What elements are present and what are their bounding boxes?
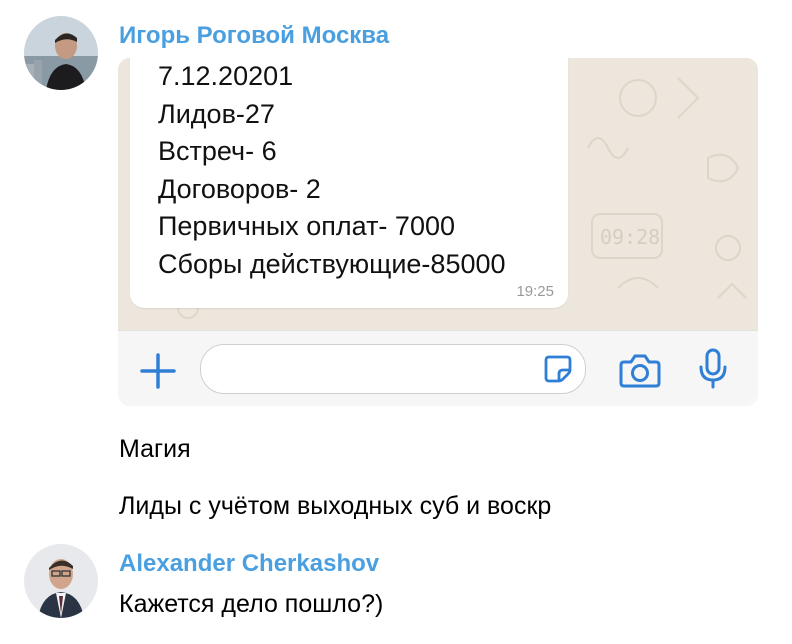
message-bubble: 7.12.20201 Лидов-27 Встреч- 6 Договоров-… [130,58,568,308]
message-input[interactable] [200,344,586,394]
bubble-line: 7.12.20201 [158,61,294,91]
bubble-line: Первичных оплат- 7000 [158,211,455,241]
bubble-line: Договоров- 2 [158,173,321,204]
camera-icon[interactable] [618,351,662,391]
avatar[interactable] [24,16,98,90]
bubble-line: Лидов-27 [158,98,275,129]
bubble-timestamp: 19:25 [516,283,554,300]
bubble-line: Сборы действующие-85000 [158,248,506,279]
microphone-icon[interactable] [696,347,730,391]
bubble-text: 7.12.20201 Лидов-27 Встреч- 6 Договоров-… [158,58,506,283]
plus-icon[interactable] [138,351,178,391]
message-text: Лиды с учётом выходных суб и воскр [119,492,552,520]
bubble-line: Встреч- 6 [158,136,277,166]
message-text: Магия [119,435,191,463]
chat-input-bar [118,330,758,406]
screenshot-attachment[interactable]: 09:28 7.12.20201 Лидов-27 Встреч- 6 Дого… [118,58,758,406]
user-photo-avatar-icon [24,544,98,618]
avatar[interactable] [24,544,98,618]
sticker-icon[interactable] [543,354,573,384]
sender-name[interactable]: Игорь Роговой Москва [119,22,389,50]
sender-name[interactable]: Alexander Cherkashov [119,550,379,578]
user-photo-avatar-icon [24,16,98,90]
message-text: Кажется дело пошло?) [119,590,384,618]
svg-text:09:28: 09:28 [600,225,660,249]
